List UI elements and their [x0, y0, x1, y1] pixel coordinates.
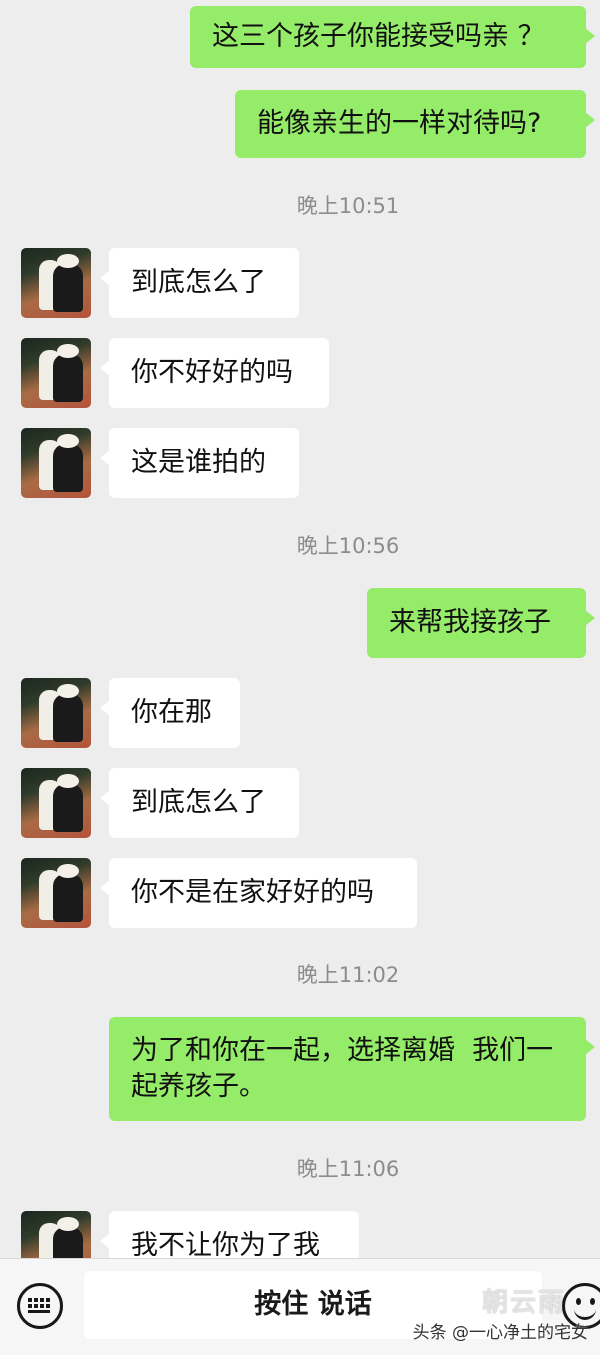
timestamp: 晚上11:06 [296, 1157, 400, 1181]
contact-avatar[interactable] [21, 338, 91, 408]
watermark-text: 头条 @一心净土的宅女 [412, 1323, 588, 1343]
keyboard-icon[interactable] [17, 1283, 63, 1329]
timestamp: 晚上11:02 [296, 963, 400, 987]
sent-message-bubble[interactable]: 能像亲生的一样对待吗? [235, 90, 595, 158]
received-message-bubble[interactable]: 你在那 [100, 678, 240, 748]
contact-avatar[interactable] [21, 768, 91, 838]
contact-avatar[interactable] [21, 248, 91, 318]
contact-avatar[interactable] [21, 428, 91, 498]
sent-message-bubble[interactable]: 为了和你在一起，选择离婚 我们一起养孩子。 [109, 1017, 595, 1121]
contact-avatar[interactable] [21, 1211, 91, 1258]
watermark-logo: 朝云雨 [482, 1288, 567, 1318]
contact-avatar[interactable] [21, 858, 91, 928]
contact-avatar[interactable] [21, 678, 91, 748]
sent-message-bubble[interactable]: 来帮我接孩子 [367, 588, 595, 658]
received-message-bubble[interactable]: 这是谁拍的 [100, 428, 299, 498]
timestamp: 晚上10:51 [296, 194, 400, 218]
timestamp: 晚上10:56 [296, 534, 400, 558]
chat-message-list[interactable]: 这三个孩子你能接受吗亲 ？ 能像亲生的一样对待吗? 晚上10:51 到底怎么了 … [0, 0, 600, 1258]
received-message-bubble[interactable]: 你不是在家好好的吗 [100, 858, 417, 928]
received-message-bubble[interactable]: 你不好好的吗 [100, 338, 329, 408]
received-message-bubble[interactable]: 到底怎么了 [100, 248, 299, 318]
received-message-bubble[interactable]: 我不让你为了我 [100, 1211, 359, 1258]
sent-message-bubble[interactable]: 这三个孩子你能接受吗亲 ？ [190, 6, 595, 68]
received-message-bubble[interactable]: 到底怎么了 [100, 768, 299, 838]
